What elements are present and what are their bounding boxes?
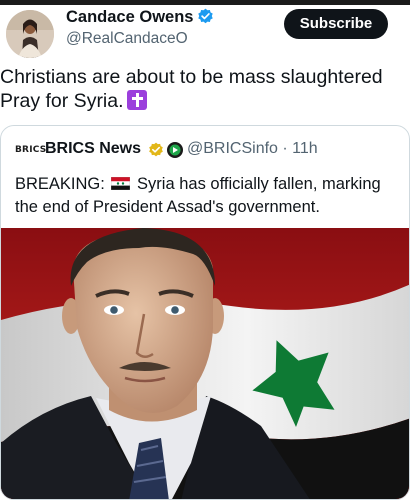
- tweet-line-2: Pray for Syria.: [0, 89, 410, 113]
- tweet-line-2-text: Pray for Syria.: [0, 90, 124, 112]
- top-strip: [0, 0, 410, 5]
- affiliate-badge-icon: [167, 142, 183, 163]
- latin-cross-icon: [126, 90, 147, 110]
- syria-flag-icon: [111, 174, 131, 191]
- author-name-text[interactable]: Candace Owens: [66, 8, 193, 26]
- subscribe-button[interactable]: Subscribe: [284, 9, 388, 39]
- quoted-post-text: BREAKING: Syria has officially fallen, m…: [15, 173, 400, 219]
- quoted-text-prefix: BREAKING:: [15, 175, 105, 193]
- tweet-text: Christians are about to be mass slaughte…: [0, 65, 410, 113]
- quoted-author-name[interactable]: BRICS News: [45, 140, 141, 158]
- tweet-line-1: Christians are about to be mass slaughte…: [0, 66, 383, 88]
- quoted-post-card[interactable]: BRICS BRICS News @BRICSinfo · 11h BREAKI…: [0, 125, 410, 500]
- author-avatar[interactable]: [6, 10, 54, 58]
- quoted-post-image[interactable]: [1, 228, 409, 499]
- gold-verified-badge-icon: [148, 142, 164, 163]
- brics-logo: BRICS: [15, 145, 47, 155]
- quoted-handle-time[interactable]: @BRICSinfo · 11h: [187, 140, 318, 158]
- author-handle[interactable]: @RealCandaceO: [66, 30, 188, 48]
- verified-badge-icon: [197, 8, 214, 30]
- author-name[interactable]: Candace Owens: [66, 8, 214, 30]
